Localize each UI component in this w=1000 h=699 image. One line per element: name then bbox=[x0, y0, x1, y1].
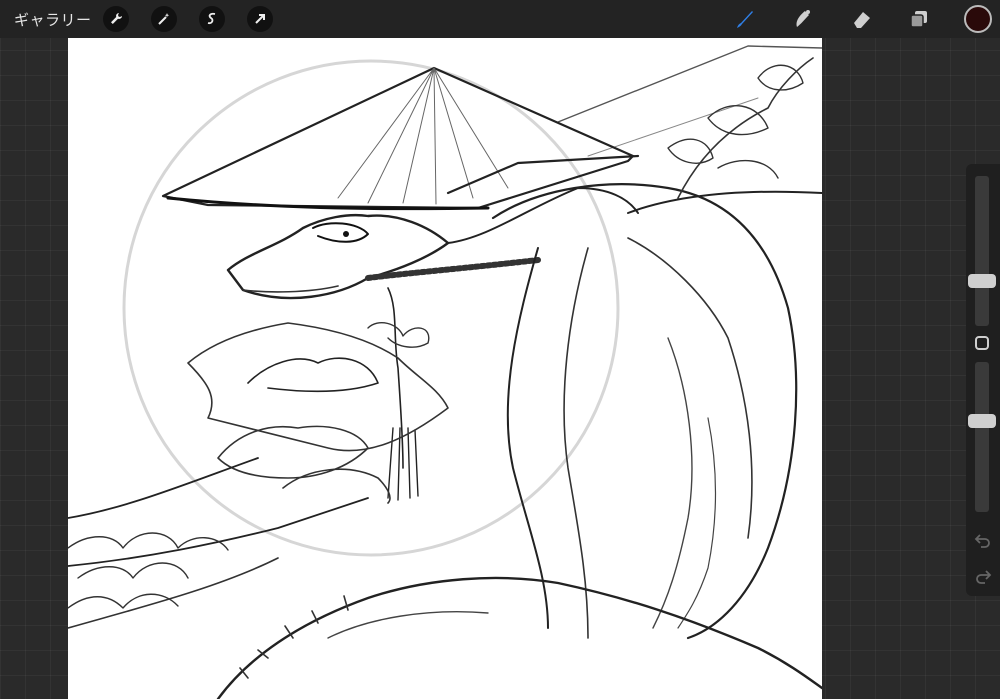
selection-icon bbox=[207, 12, 216, 25]
drawing-canvas[interactable] bbox=[68, 38, 822, 699]
brush-size-thumb[interactable] bbox=[968, 273, 996, 288]
selection-button[interactable] bbox=[199, 6, 225, 32]
adjustments-button[interactable] bbox=[151, 6, 177, 32]
sketch-artwork bbox=[68, 45, 822, 699]
eraser-icon bbox=[854, 12, 870, 28]
brush-sidebar bbox=[966, 164, 1000, 596]
transform-arrow-icon bbox=[255, 14, 265, 24]
wrench-icon bbox=[111, 13, 122, 24]
brush-icon bbox=[737, 11, 753, 28]
actions-button[interactable] bbox=[103, 6, 129, 32]
undo-icon[interactable] bbox=[974, 531, 992, 549]
layers-icon bbox=[910, 11, 927, 28]
brush-opacity-slider[interactable] bbox=[968, 362, 996, 512]
redo-icon[interactable] bbox=[974, 567, 992, 585]
gallery-button[interactable]: ギャラリー bbox=[14, 9, 92, 30]
top-toolbar: ギャラリー bbox=[0, 0, 1000, 38]
magic-wand-icon bbox=[158, 13, 170, 25]
modify-square[interactable] bbox=[975, 336, 989, 350]
brush-opacity-thumb[interactable] bbox=[968, 413, 996, 428]
layers-button[interactable] bbox=[905, 5, 933, 33]
brush-tool-button[interactable] bbox=[731, 5, 759, 33]
smudge-tool-button[interactable] bbox=[789, 5, 817, 33]
eraser-tool-button[interactable] bbox=[848, 5, 876, 33]
smudge-icon bbox=[796, 10, 810, 27]
brush-size-slider[interactable] bbox=[968, 176, 996, 326]
transform-button[interactable] bbox=[247, 6, 273, 32]
color-swatch[interactable] bbox=[964, 5, 992, 33]
